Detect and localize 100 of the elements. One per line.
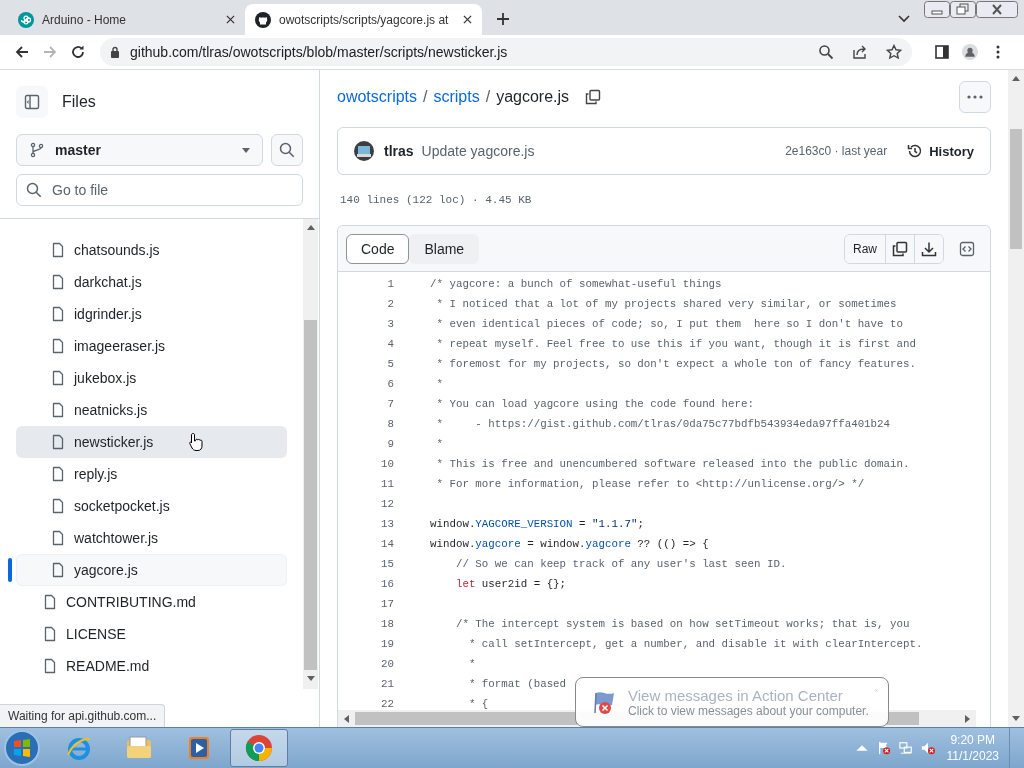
file-item[interactable]: neatnicks.js (16, 394, 287, 426)
scroll-down-icon[interactable] (306, 676, 315, 681)
code-line: * call setIntercept, get a number, and disable it with clearIntercept. (467, 638, 923, 650)
share-icon[interactable] (852, 44, 868, 60)
line-number: 18 (380, 618, 394, 630)
code-line: * (435, 378, 443, 390)
file-icon (50, 370, 66, 386)
code-line: // So we can keep track of any user's last seen ID. (454, 558, 787, 570)
minimize-icon[interactable] (924, 1, 950, 18)
search-field[interactable]: Go to file (16, 174, 303, 206)
reload-icon[interactable] (70, 44, 86, 60)
code-line: let user2id = {}; (454, 578, 567, 590)
download-icon (921, 240, 937, 257)
file-info: 140 lines (122 loc) · 4.45 KB (339, 193, 533, 208)
search-icon[interactable] (818, 44, 834, 60)
new-tab-icon[interactable] (496, 12, 510, 26)
file-item[interactable]: yagcore.js (16, 554, 287, 586)
notification-title: View messages in Action Center (628, 686, 844, 704)
star-icon[interactable] (886, 44, 902, 60)
search-button[interactable] (271, 134, 303, 166)
line-number: 4 (386, 338, 394, 350)
muted-speaker-icon[interactable] (920, 741, 935, 755)
close-icon[interactable] (226, 15, 235, 24)
file-item[interactable]: LICENSE (16, 618, 287, 650)
profile-icon[interactable] (962, 44, 978, 60)
code-line: * { (467, 698, 489, 710)
avatar (354, 141, 374, 161)
scroll-thumb[interactable] (1010, 129, 1022, 249)
commit-author[interactable]: tlras (384, 143, 414, 159)
history-button[interactable]: History (907, 143, 974, 159)
file-icon (50, 530, 66, 546)
view-tab[interactable]: Blame (409, 233, 480, 264)
selection-indicator (8, 558, 12, 582)
search-icon (279, 142, 295, 158)
line-number: 3 (386, 318, 394, 330)
copy-icon[interactable] (585, 89, 602, 105)
scroll-down-icon[interactable] (1012, 716, 1020, 721)
flag-icon[interactable] (876, 741, 891, 755)
line-number: 9 (386, 438, 394, 450)
close-icon[interactable] (463, 15, 472, 24)
scroll-right-icon[interactable] (965, 714, 970, 723)
file-icon (42, 594, 58, 610)
code-line: * (467, 658, 476, 670)
view-tab[interactable]: Code (346, 233, 410, 264)
code-line: * I noticed that a lot of my projects shared very similar, or sometimes (435, 298, 897, 310)
code-line: * foremost for my projects, so don't expect a whole ton of fancy features. (435, 358, 916, 370)
file-item[interactable]: socketpocket.js (16, 490, 287, 522)
commit-message[interactable]: Update yagcore.js (421, 143, 535, 159)
line-number: 10 (380, 458, 394, 470)
collapse-panel-button[interactable] (16, 86, 48, 118)
file-item[interactable]: imageeraser.js (16, 330, 287, 362)
close-icon[interactable] (976, 1, 1018, 18)
code-line: * repeat myself. Feel free to use this if you want, though it is first and (435, 338, 916, 350)
file-icon (50, 306, 66, 322)
download-button[interactable] (914, 234, 943, 263)
file-item[interactable]: reply.js (16, 458, 287, 490)
file-icon (50, 402, 66, 418)
scrollbar[interactable] (1008, 70, 1024, 727)
file-item[interactable]: CONTRIBUTING.md (16, 586, 287, 618)
scroll-up-icon[interactable] (306, 225, 315, 230)
hand-cursor-icon (189, 432, 203, 452)
line-number: 13 (380, 518, 394, 530)
commit-meta[interactable]: 2e163c0 · last year (785, 144, 888, 158)
scrollbar[interactable] (303, 219, 318, 689)
copy-icon (892, 240, 908, 257)
code-line: * - https://gist.github.com/tlras/0da75c77bdfb543934eda97ffa401b24 (435, 418, 891, 430)
side-panel-icon[interactable] (934, 44, 950, 60)
branch-icon (29, 142, 45, 158)
browser-tab[interactable]: owotscripts/scripts/yagcore.js at (245, 4, 482, 35)
branch-select[interactable]: master (16, 134, 263, 166)
breadcrumb-separator: / (423, 88, 428, 106)
lock-icon (110, 46, 120, 58)
side-panel-icon (24, 94, 40, 110)
file-item[interactable]: README.md (16, 650, 287, 682)
browser-tab[interactable]: Arduino - Home (8, 4, 245, 35)
scroll-left-icon[interactable] (344, 714, 349, 723)
file-item[interactable]: darkchat.js (16, 266, 287, 298)
history-icon (907, 143, 924, 159)
line-number: 17 (380, 598, 394, 610)
scroll-up-icon[interactable] (1012, 76, 1020, 81)
scroll-thumb[interactable] (304, 320, 317, 670)
taskbar-app[interactable] (230, 729, 288, 767)
file-item[interactable]: chatsounds.js (16, 234, 287, 266)
start-button[interactable] (2, 728, 42, 768)
breadcrumb-separator: / (485, 88, 491, 106)
file-item[interactable]: idgrinder.js (16, 298, 287, 330)
code-line: * even identical pieces of code; so, I put them here so I don't have to (435, 318, 903, 330)
file-item[interactable]: newsticker.js (16, 426, 287, 458)
file-item[interactable]: jukebox.js (16, 362, 287, 394)
code-line: window.YAGCORE_VERSION = "1.1.7"; (430, 518, 644, 530)
file-icon (50, 498, 66, 514)
breadcrumb-link[interactable]: scripts (433, 88, 480, 106)
address-field[interactable]: github.com/tlras/owotscripts/blob/master/scripts/newsticker.js (100, 38, 912, 66)
chevron-down-icon[interactable] (898, 15, 910, 23)
restore-icon[interactable] (950, 1, 976, 18)
code-line: window.yagcore = window.yagcore ?? (() => { (430, 538, 709, 550)
back-arrow-icon[interactable] (14, 44, 30, 60)
file-item[interactable]: watchtower.js (16, 522, 287, 554)
breadcrumb-link[interactable]: owotscripts (337, 88, 418, 106)
file-icon (50, 242, 66, 258)
